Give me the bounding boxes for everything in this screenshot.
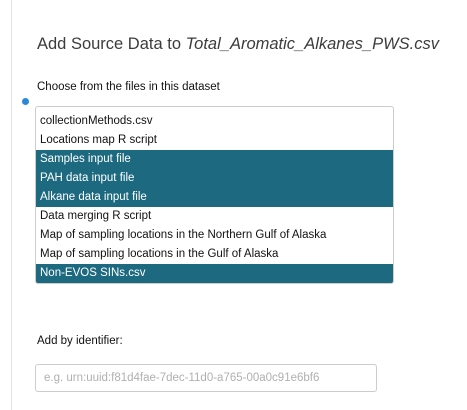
file-option[interactable]: Non-EVOS SINs.csv (36, 264, 393, 283)
choose-files-label: Choose from the files in this dataset (37, 81, 220, 93)
add-source-data-dialog: Add Source Data to Total_Aromatic_Alkane… (0, 0, 467, 410)
identifier-label: Add by identifier: (37, 335, 123, 347)
identifier-input[interactable] (35, 364, 377, 392)
dialog-title-prefix: Add Source Data to (37, 35, 186, 53)
dialog-title-filename: Total_Aromatic_Alkanes_PWS.csv (185, 35, 440, 53)
left-divider (11, 0, 12, 410)
file-option[interactable]: collectionMethods.csv (36, 112, 393, 131)
file-option[interactable]: Alkane data input file (36, 188, 393, 207)
file-select-list[interactable]: collectionMethods.csv Locations map R sc… (35, 106, 394, 284)
focus-indicator-dot (22, 98, 29, 105)
file-option[interactable]: PAH data input file (36, 169, 393, 188)
file-option[interactable]: Map of sampling locations in the Norther… (36, 226, 393, 245)
file-option[interactable]: Data merging R script (36, 207, 393, 226)
file-option[interactable]: Map of sampling locations in the Gulf of… (36, 245, 393, 264)
dialog-title: Add Source Data to Total_Aromatic_Alkane… (37, 34, 439, 54)
file-option[interactable]: Locations map R script (36, 131, 393, 150)
file-option[interactable]: Samples input file (36, 150, 393, 169)
